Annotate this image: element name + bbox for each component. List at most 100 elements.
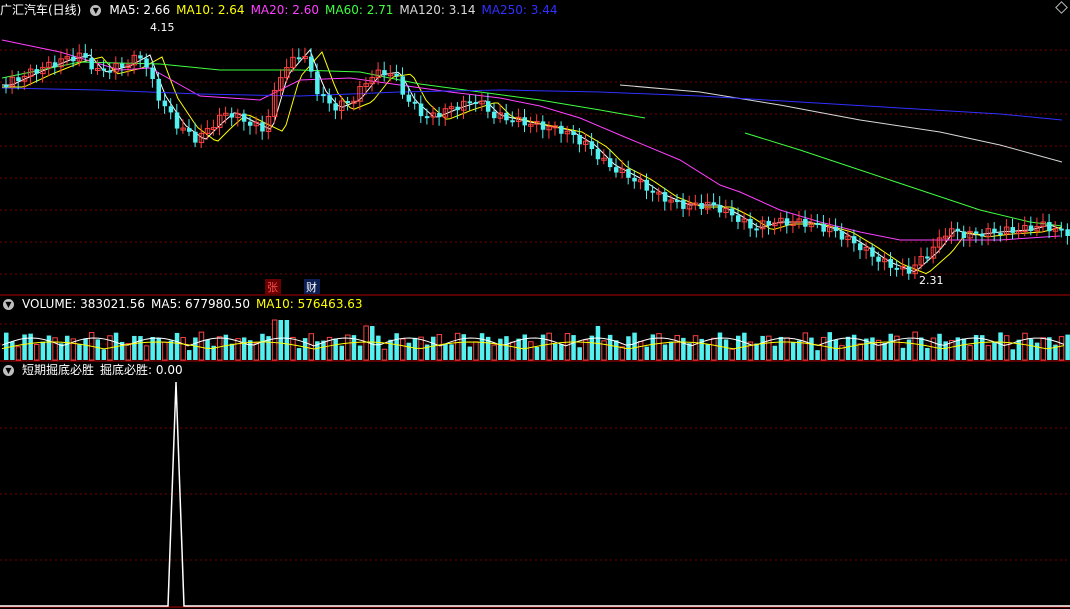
volume-bar	[571, 335, 576, 360]
volume-bar	[534, 347, 540, 360]
candle-body	[473, 101, 479, 104]
badge-zhang[interactable]: 张	[265, 279, 281, 294]
volume-bar	[1058, 336, 1065, 361]
candle-body	[187, 128, 192, 132]
volume-bar	[431, 336, 436, 360]
volume-bar	[875, 339, 882, 361]
volume-bar	[143, 345, 150, 361]
volume-bar	[363, 325, 369, 361]
candle-body	[406, 94, 412, 102]
volume-bar	[729, 348, 735, 361]
candle-body	[821, 223, 826, 232]
candle-body	[925, 256, 930, 259]
candle-body	[992, 228, 997, 234]
kline-chart[interactable]: 4.15 2.31 张 财	[0, 0, 1070, 609]
candle-body	[504, 112, 509, 121]
badge-cai[interactable]: 财	[304, 279, 320, 294]
candle-body	[577, 135, 582, 145]
volume-bar	[302, 338, 308, 360]
candle-body	[107, 70, 113, 73]
candle-body	[681, 200, 686, 209]
volume-bar	[284, 320, 290, 360]
candle-body	[754, 228, 759, 231]
volume-bar	[961, 338, 967, 360]
volume-bar	[583, 339, 589, 361]
low-price-label: 2.31	[919, 274, 944, 287]
volume-bar	[290, 336, 296, 361]
candle-body	[803, 218, 808, 227]
volume-bar	[40, 341, 46, 360]
volume-bar	[205, 339, 210, 360]
candle-body	[571, 131, 576, 136]
candle-body	[400, 76, 405, 95]
candle-body	[156, 78, 161, 101]
candle-body	[510, 120, 515, 123]
volume-bar	[406, 342, 412, 360]
candle-body	[418, 103, 424, 117]
volume-bar	[125, 343, 131, 361]
volume-bar	[973, 334, 979, 360]
volume-bar	[925, 347, 930, 360]
volume-bar	[308, 333, 314, 361]
candle-body	[906, 266, 912, 274]
candle-body	[894, 267, 900, 270]
candle-body	[973, 231, 979, 234]
candle-body	[168, 106, 174, 113]
volume-bar	[546, 332, 552, 361]
candle-body	[1065, 229, 1070, 236]
volume-bar	[443, 343, 448, 360]
candle-body	[784, 218, 790, 226]
volume-bar	[888, 333, 893, 360]
volume-bar	[34, 343, 40, 361]
volume-bar	[77, 344, 82, 360]
candle-body	[4, 85, 9, 87]
candle-body	[851, 236, 857, 244]
volume-bar	[253, 342, 260, 361]
candle-body	[71, 56, 76, 62]
volume-bar	[754, 343, 759, 360]
volume-bar	[229, 343, 235, 360]
volume-bar	[809, 337, 814, 360]
volume-bar	[473, 341, 479, 361]
candle-body	[870, 247, 875, 257]
volume-bar	[333, 338, 338, 360]
candle-body	[309, 56, 314, 72]
volume-bar	[815, 350, 820, 360]
volume-bar	[132, 335, 137, 360]
volume-bar	[577, 347, 582, 360]
volume-bar	[150, 337, 155, 360]
volume-bar	[528, 341, 534, 361]
volume-bar	[156, 337, 161, 360]
volume-bar	[870, 337, 875, 360]
candle-body	[748, 218, 753, 229]
candle-body	[101, 68, 107, 71]
candle-body	[138, 55, 143, 59]
volume-bar	[15, 346, 22, 361]
volume-bar	[198, 331, 205, 361]
candle-body	[888, 258, 893, 268]
candle-body	[455, 106, 460, 111]
volume-bar	[381, 348, 388, 361]
volume-bar	[516, 338, 521, 360]
candle-body	[632, 177, 637, 182]
candle-body	[650, 190, 656, 193]
volume-bar	[705, 344, 710, 360]
volume-bar	[784, 337, 790, 361]
candle-body	[729, 208, 735, 216]
candle-body	[260, 122, 265, 132]
candle-body	[52, 62, 58, 67]
high-price-label: 4.15	[150, 21, 175, 34]
candle-body	[711, 202, 717, 205]
volume-bar	[681, 337, 686, 360]
candle-body	[1059, 228, 1064, 231]
volume-bar	[376, 335, 381, 360]
volume-bar	[345, 334, 351, 361]
volume-bar	[827, 332, 832, 360]
volume-bar	[271, 319, 278, 361]
volume-bar	[241, 337, 247, 360]
badge-cai-text: 财	[306, 280, 317, 294]
volume-bar	[711, 337, 717, 361]
volume-bar	[778, 336, 784, 360]
volume-bar	[820, 336, 827, 361]
volume-bar	[95, 339, 100, 360]
